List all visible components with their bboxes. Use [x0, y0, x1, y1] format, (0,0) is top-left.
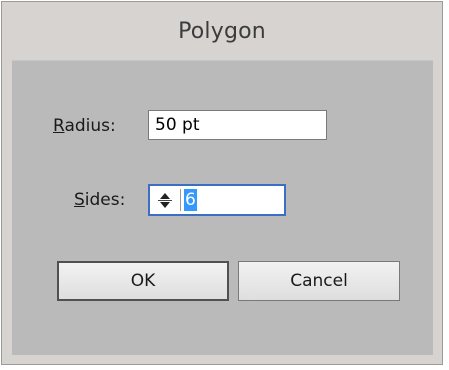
sides-label-mnemonic: S: [74, 190, 85, 210]
dialog-body: Radius: 50 pt Sides: 6 OK Cancel: [12, 60, 433, 355]
sides-value-selected: 6: [184, 189, 197, 211]
spin-down-arrow-icon[interactable]: [160, 201, 170, 208]
spinner-separator: [180, 189, 181, 211]
title-bar[interactable]: Polygon: [2, 2, 442, 60]
dialog-title: Polygon: [178, 18, 266, 44]
sides-label: Sides:: [74, 190, 125, 210]
radius-label-text: adius:: [64, 116, 116, 136]
sides-input[interactable]: 6: [148, 184, 286, 216]
spin-up-arrow-icon[interactable]: [160, 192, 170, 199]
up-down-spinner-icon[interactable]: [152, 189, 178, 211]
radius-value: 50 pt: [155, 115, 200, 135]
ok-button-label: OK: [130, 271, 156, 291]
radius-input[interactable]: 50 pt: [148, 110, 327, 140]
cancel-button-label: Cancel: [290, 271, 348, 291]
spin-divider: [158, 199, 172, 201]
cancel-button[interactable]: Cancel: [238, 261, 400, 301]
sides-label-text: ides:: [84, 190, 126, 210]
radius-label-mnemonic: R: [53, 116, 65, 136]
polygon-dialog: Polygon Radius: 50 pt Sides: 6 OK Cancel: [1, 1, 443, 365]
radius-label: Radius:: [53, 116, 116, 136]
ok-button[interactable]: OK: [57, 261, 229, 301]
